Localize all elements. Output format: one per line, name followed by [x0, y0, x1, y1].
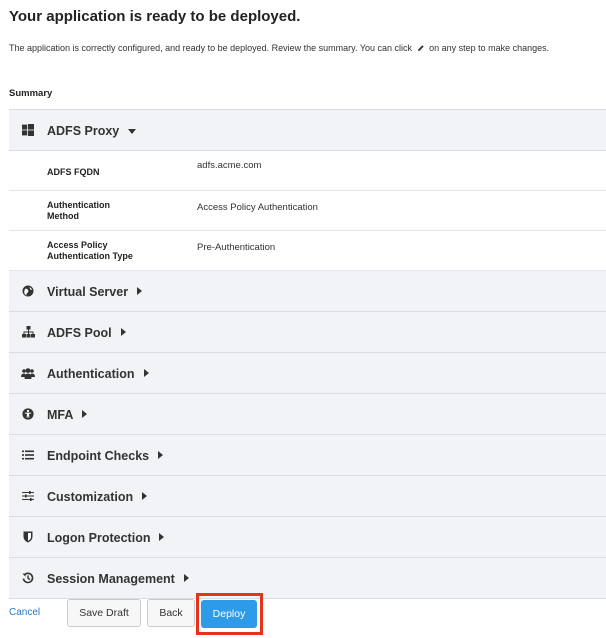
- section-customization[interactable]: Customization: [9, 476, 606, 517]
- section-session-management-label: Session Management: [47, 571, 175, 586]
- caret-right-icon: [183, 571, 189, 585]
- sitemap-icon: [21, 325, 35, 339]
- list-icon: [21, 448, 35, 462]
- globe-icon: [21, 284, 35, 298]
- universal-access-icon: [21, 407, 35, 421]
- section-adfs-pool[interactable]: ADFS Pool: [9, 312, 606, 353]
- detail-key: Authentication Method: [47, 200, 110, 221]
- section-virtual-server[interactable]: Virtual Server: [9, 271, 606, 312]
- section-virtual-server-label: Virtual Server: [47, 284, 129, 299]
- caret-right-icon: [143, 366, 149, 380]
- detail-value: adfs.acme.com: [197, 160, 262, 171]
- summary-heading: Summary: [9, 88, 53, 99]
- section-endpoint-checks[interactable]: Endpoint Checks: [9, 435, 606, 476]
- caret-right-icon: [142, 489, 148, 503]
- detail-row-access-policy-type: Access Policy Authentication Type Pre-Au…: [9, 231, 606, 271]
- windows-icon: [21, 123, 35, 137]
- section-mfa-label: MFA: [47, 407, 74, 422]
- caret-down-icon: [128, 123, 137, 137]
- section-adfs-pool-label: ADFS Pool: [47, 325, 112, 340]
- section-logon-protection[interactable]: Logon Protection: [9, 517, 606, 558]
- section-mfa[interactable]: MFA: [9, 394, 606, 435]
- cancel-link[interactable]: Cancel: [9, 607, 40, 618]
- caret-right-icon: [137, 284, 143, 298]
- section-authentication[interactable]: Authentication: [9, 353, 606, 394]
- shield-icon: [21, 530, 35, 544]
- sliders-icon: [21, 489, 35, 503]
- section-customization-label: Customization: [47, 489, 134, 504]
- section-adfs-proxy-label: ADFS Proxy: [47, 123, 120, 138]
- detail-row-authentication-method: Authentication Method Access Policy Auth…: [9, 191, 606, 231]
- intro-text-before: The application is correctly configured,…: [9, 43, 413, 53]
- caret-right-icon: [82, 407, 88, 421]
- pencil-icon: [417, 44, 425, 54]
- section-authentication-label: Authentication: [47, 366, 135, 381]
- summary-panel: ADFS Proxy ADFS FQDN adfs.acme.com Authe…: [9, 109, 606, 599]
- page-title: Your application is ready to be deployed…: [9, 8, 301, 25]
- detail-key: Access Policy Authentication Type: [47, 240, 133, 261]
- history-icon: [21, 571, 35, 585]
- section-session-management[interactable]: Session Management: [9, 558, 606, 599]
- caret-right-icon: [159, 530, 165, 544]
- section-logon-protection-label: Logon Protection: [47, 530, 151, 545]
- intro-text: The application is correctly configured,…: [9, 43, 549, 54]
- users-icon: [21, 366, 35, 380]
- intro-text-after: on any step to make changes.: [429, 43, 550, 53]
- back-button[interactable]: Back: [147, 599, 195, 627]
- section-endpoint-checks-label: Endpoint Checks: [47, 448, 150, 463]
- detail-value: Access Policy Authentication: [197, 202, 318, 213]
- deploy-highlight-box: [196, 593, 263, 635]
- detail-row-adfs-fqdn: ADFS FQDN adfs.acme.com: [9, 151, 606, 191]
- caret-right-icon: [158, 448, 164, 462]
- caret-right-icon: [120, 325, 126, 339]
- detail-key: ADFS FQDN: [47, 167, 100, 177]
- section-adfs-proxy[interactable]: ADFS Proxy: [9, 110, 606, 151]
- save-draft-button[interactable]: Save Draft: [67, 599, 141, 627]
- detail-value: Pre-Authentication: [197, 242, 276, 253]
